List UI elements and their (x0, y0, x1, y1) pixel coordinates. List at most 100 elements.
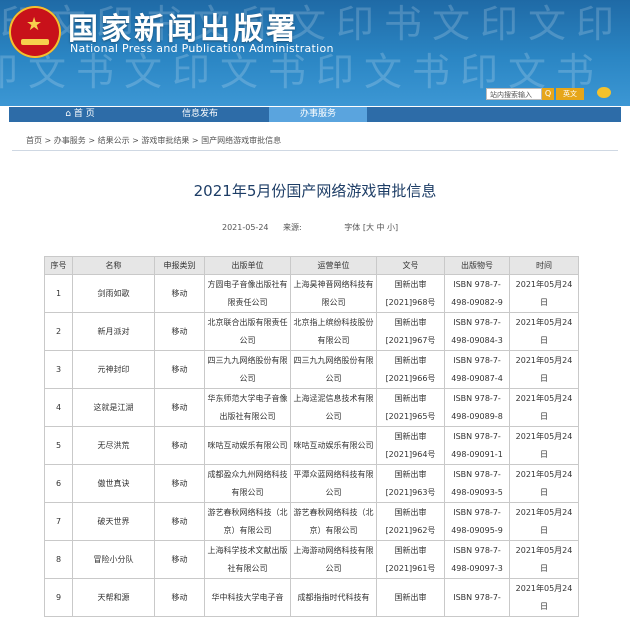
column-header: 运营单位 (290, 256, 377, 275)
table-row: 6 傲世真诀 移动 成都盈众九州网络科技有限公司 平潭众蓝网络科技有限公司 国新出审[20… (44, 464, 579, 503)
table-cell: ISBN 978-7-498-09082-9 (444, 274, 510, 313)
table-cell: 2021年05月24日 (509, 464, 579, 503)
table-cell: 国新出审[2021]966号 (376, 350, 445, 389)
national-emblem-icon: ★ (9, 6, 61, 58)
table-cell: 7 (44, 502, 73, 541)
table-cell: 国新出审[2021]968号 (376, 274, 445, 313)
column-header: 出版物号 (444, 256, 510, 275)
page-title: 2021年5月份国产网络游戏审批信息 (193, 182, 437, 200)
table-cell: 天帮和源 (72, 578, 155, 617)
table-cell: ISBN 978-7-498-09091-1 (444, 426, 510, 465)
table-cell: 咪咕互动娱乐有限公司 (204, 426, 291, 465)
breadcrumb[interactable]: 首页 > 办事服务 > 结果公示 > 游戏审批结果 > 国产网络游戏审批信息 (26, 135, 281, 146)
table-cell: 2021年05月24日 (509, 388, 579, 427)
table-cell: 国新出审[2021]967号 (376, 312, 445, 351)
table-cell: 元神封印 (72, 350, 155, 389)
divider (12, 150, 618, 151)
table-cell: 移动 (154, 426, 205, 465)
table-row: 7 破天世界 移动 游艺春秋网络科技（北京）有限公司 游艺春秋网络科技（北京）有限公司国… (44, 502, 579, 541)
table-cell: 华中科技大学电子音 (204, 578, 291, 617)
table-cell: ISBN 978-7-498-09089-8 (444, 388, 510, 427)
table-cell: 移动 (154, 578, 205, 617)
table-cell: 成都盈众九州网络科技有限公司 (204, 464, 291, 503)
table-cell: 移动 (154, 540, 205, 579)
language-select[interactable]: 英文 (556, 88, 584, 100)
table-cell: 移动 (154, 502, 205, 541)
table-cell: 移动 (154, 388, 205, 427)
table-cell: 上海昊神晋网络科技有限公司 (290, 274, 377, 313)
column-header: 出版单位 (204, 256, 291, 275)
table-cell: 9 (44, 578, 73, 617)
table-row: 5 无尽洪荒 移动 咪咕互动娱乐有限公司 咪咕互动娱乐有限公司 国新出审[2021]964… (44, 426, 579, 465)
table-row: 2 新月派对 移动 北京联合出版有限责任公司 北京指上缤纷科技股份有限公司 国新出审[20… (44, 312, 579, 351)
table-cell: 5 (44, 426, 73, 465)
article-meta: 2021-05-24 来源: 字体 [大 中 小] (222, 222, 410, 233)
table-cell: 移动 (154, 312, 205, 351)
table-cell: 华东师范大学电子音像出版社有限公司 (204, 388, 291, 427)
site-header: 印文印书文印文印书文印文印 印文书文印文书印文书印文书 ★ 国家新闻出版署 Na… (0, 0, 630, 106)
table-cell: 国新出审[2021]964号 (376, 426, 445, 465)
table-cell: 成都指指时代科技有 (290, 578, 377, 617)
source-label: 来源: (283, 223, 302, 232)
table-cell: 1 (44, 274, 73, 313)
table-cell: 国新出审[2021]965号 (376, 388, 445, 427)
table-cell: 无尽洪荒 (72, 426, 155, 465)
table-row: 3 元神封印 移动 四三九九网络股份有限公司 四三九九网络股份有限公司 国新出审[2021… (44, 350, 579, 389)
table-cell: 国新出审 (376, 578, 445, 617)
table-cell: 四三九九网络股份有限公司 (290, 350, 377, 389)
table-cell: 8 (44, 540, 73, 579)
table-cell: 移动 (154, 464, 205, 503)
table-row: 8 冒险小分队 移动 上海科学技术文献出版社有限公司 上海游动网络科技有限公司 国新出审[… (44, 540, 579, 579)
column-header: 名称 (72, 256, 155, 275)
table-cell: 2021年05月24日 (509, 312, 579, 351)
table-cell: ISBN 978-7-498-09087-4 (444, 350, 510, 389)
main-nav: ⌂ 首 页 信息发布 办事服务 (9, 107, 621, 122)
table-cell: 咪咕互动娱乐有限公司 (290, 426, 377, 465)
table-cell: 2021年05月24日 (509, 502, 579, 541)
table-row: 9 天帮和源 移动 华中科技大学电子音 成都指指时代科技有 国新出审 ISBN 978-7-… (44, 578, 579, 617)
table-cell: 剑雨如歌 (72, 274, 155, 313)
table-cell: 四三九九网络股份有限公司 (204, 350, 291, 389)
table-cell: 2021年05月24日 (509, 350, 579, 389)
column-header: 序号 (44, 256, 73, 275)
table-cell: 上海游动网络科技有限公司 (290, 540, 377, 579)
table-cell: 2021年05月24日 (509, 274, 579, 313)
table-cell: 国新出审[2021]962号 (376, 502, 445, 541)
table-cell: 4 (44, 388, 73, 427)
search-button[interactable]: Q (542, 88, 554, 100)
table-row: 1 剑雨如歌 移动 方圆电子音像出版社有限责任公司 上海昊神晋网络科技有限公司 国新出审[… (44, 274, 579, 313)
table-cell: 方圆电子音像出版社有限责任公司 (204, 274, 291, 313)
table-cell: 平潭众蓝网络科技有限公司 (290, 464, 377, 503)
column-header: 文号 (376, 256, 445, 275)
table-cell: 冒险小分队 (72, 540, 155, 579)
table-cell: 2021年05月24日 (509, 578, 579, 617)
table-cell: 2 (44, 312, 73, 351)
table-cell: 破天世界 (72, 502, 155, 541)
search-input[interactable]: 站内搜索输入 (486, 88, 542, 100)
weibo-icon[interactable] (597, 87, 611, 98)
font-size-control[interactable]: 字体 [大 中 小] (344, 223, 398, 232)
table-cell: 傲世真诀 (72, 464, 155, 503)
table-row: 4 这就是江湖 移动 华东师范大学电子音像出版社有限公司 上海迳泥信息技术有限公司 国新出… (44, 388, 579, 427)
publish-date: 2021-05-24 (222, 223, 269, 232)
table-cell: ISBN 978-7- (444, 578, 510, 617)
column-header: 申报类别 (154, 256, 205, 275)
table-cell: 3 (44, 350, 73, 389)
table-cell: ISBN 978-7-498-09093-5 (444, 464, 510, 503)
table-cell: 上海迳泥信息技术有限公司 (290, 388, 377, 427)
table-cell: 国新出审[2021]963号 (376, 464, 445, 503)
nav-home[interactable]: ⌂ 首 页 (47, 107, 113, 122)
table-cell: 游艺春秋网络科技（北京）有限公司 (290, 502, 377, 541)
table-cell: ISBN 978-7-498-09084-3 (444, 312, 510, 351)
table-cell: 2021年05月24日 (509, 426, 579, 465)
table-cell: 6 (44, 464, 73, 503)
table-cell: 上海科学技术文献出版社有限公司 (204, 540, 291, 579)
home-icon: ⌂ (65, 109, 71, 119)
table-cell: 国新出审[2021]961号 (376, 540, 445, 579)
table-cell: 游艺春秋网络科技（北京）有限公司 (204, 502, 291, 541)
table-header-row: 序号 名称 申报类别 出版单位 运营单位 文号 出版物号 时间 (44, 256, 579, 275)
table-cell: 这就是江湖 (72, 388, 155, 427)
table-cell: ISBN 978-7-498-09095-9 (444, 502, 510, 541)
nav-info-release[interactable]: 信息发布 (157, 107, 243, 122)
nav-services[interactable]: 办事服务 (269, 107, 367, 122)
